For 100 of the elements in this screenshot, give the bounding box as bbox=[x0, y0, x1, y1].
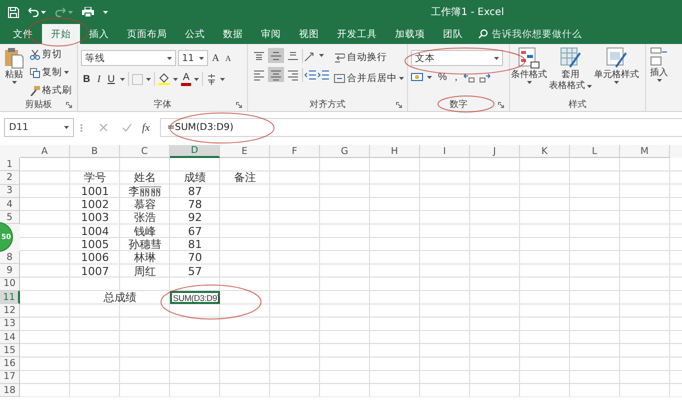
group-label: 字体 bbox=[154, 98, 172, 110]
column-header[interactable]: F bbox=[270, 145, 320, 158]
column-header[interactable]: M bbox=[620, 145, 670, 158]
dialog-launcher-icon[interactable] bbox=[236, 102, 242, 108]
column-header[interactable]: E bbox=[220, 145, 270, 158]
ribbon-tab[interactable]: 开发工具 bbox=[328, 24, 386, 44]
annotation-ellipse bbox=[438, 96, 494, 112]
sheet-cell-text: 周红 bbox=[133, 264, 157, 278]
column-header[interactable]: A bbox=[20, 145, 70, 158]
bold-button[interactable]: B bbox=[81, 74, 92, 84]
row-header[interactable]: 2 bbox=[0, 171, 20, 185]
ribbon-tab[interactable]: 加载项 bbox=[386, 24, 434, 44]
caret-icon bbox=[167, 56, 172, 60]
column-header[interactable]: K bbox=[520, 145, 570, 158]
column-header[interactable]: L bbox=[570, 145, 620, 158]
row-header[interactable]: 14 bbox=[0, 330, 20, 344]
ribbon-tab[interactable]: 数据 bbox=[214, 24, 252, 44]
conditional-format-button[interactable]: 条件格式 bbox=[510, 47, 548, 97]
sheet-cell-text: 李丽丽 bbox=[128, 184, 162, 198]
decrease-indent-icon[interactable] bbox=[304, 68, 316, 80]
save-icon[interactable] bbox=[8, 6, 19, 18]
printer-icon[interactable] bbox=[82, 7, 94, 17]
row-header[interactable]: 12 bbox=[0, 304, 20, 318]
paste-button[interactable]: 粘贴 bbox=[3, 47, 25, 98]
cut-button[interactable]: 剪切 bbox=[29, 47, 73, 62]
name-box[interactable]: D11 bbox=[4, 118, 74, 137]
row-header[interactable]: 10 bbox=[0, 278, 20, 291]
column-header[interactable]: C bbox=[120, 145, 170, 158]
cell-styles-button[interactable]: 单元格样式 bbox=[593, 47, 640, 97]
increase-decimal-icon[interactable] bbox=[463, 72, 476, 82]
font-color-button[interactable]: A bbox=[180, 72, 192, 86]
caret-icon bbox=[64, 71, 69, 74]
scissors-icon bbox=[30, 50, 40, 60]
phonetic-icon[interactable] bbox=[206, 74, 218, 84]
sheet-cell-text: 1003 bbox=[80, 211, 110, 224]
italic-button[interactable]: I bbox=[95, 74, 103, 84]
insert-cells-button[interactable]: 插入 bbox=[649, 47, 669, 111]
wrap-text-button[interactable]: 自动换行 bbox=[333, 50, 405, 65]
check-icon[interactable] bbox=[122, 123, 132, 132]
sheet-cell-text: 1002 bbox=[80, 198, 110, 212]
ribbon-tab[interactable]: 开始 bbox=[42, 24, 80, 44]
row-header[interactable]: 4 bbox=[0, 198, 20, 212]
insert-function-button[interactable]: fx bbox=[138, 122, 154, 134]
vertical-align-button[interactable] bbox=[268, 48, 284, 63]
ribbon-tab[interactable]: 团队 bbox=[434, 24, 472, 44]
dialog-launcher-icon[interactable] bbox=[498, 102, 504, 108]
row-header[interactable]: 3 bbox=[0, 184, 20, 198]
grow-font-button[interactable]: A bbox=[210, 52, 222, 64]
ribbon-tab[interactable]: 审阅 bbox=[252, 24, 290, 44]
row-header[interactable]: 11 bbox=[0, 290, 20, 304]
row-header[interactable]: 1 bbox=[0, 158, 20, 172]
underline-button[interactable]: U bbox=[106, 74, 117, 84]
brush-icon bbox=[30, 86, 40, 96]
row-header[interactable]: 8 bbox=[0, 251, 20, 264]
column-header[interactable]: G bbox=[320, 145, 370, 158]
caret-icon bbox=[64, 126, 69, 129]
sheet-cell-text: 81 bbox=[187, 238, 203, 252]
comma-button[interactable]: , bbox=[452, 72, 460, 83]
border-icon[interactable] bbox=[132, 74, 143, 84]
row-header[interactable]: 15 bbox=[0, 344, 20, 358]
insert-cells-icon bbox=[650, 47, 668, 67]
caret-icon bbox=[399, 77, 404, 80]
ribbon-tab[interactable]: 文件 bbox=[4, 24, 42, 44]
increase-indent-icon[interactable] bbox=[317, 68, 329, 80]
font-size-field[interactable]: 11 bbox=[178, 50, 208, 66]
column-header[interactable]: J bbox=[470, 145, 520, 158]
column-header[interactable]: D bbox=[170, 145, 220, 158]
column-header[interactable]: H bbox=[370, 145, 420, 158]
ribbon-tab[interactable]: 页面布局 bbox=[118, 24, 176, 44]
dialog-launcher-icon[interactable] bbox=[66, 102, 72, 108]
sheet-cell-text: 57 bbox=[187, 264, 203, 278]
merge-center-button[interactable]: 合并后居中 bbox=[333, 71, 405, 86]
sheet-cell-text: 70 bbox=[187, 251, 203, 264]
format-painter-button[interactable]: 格式刷 bbox=[29, 83, 73, 98]
row-header[interactable]: 13 bbox=[0, 318, 20, 331]
ribbon-tab[interactable]: 插入 bbox=[80, 24, 118, 44]
tell-me-field[interactable]: 告诉我你想要做什么 bbox=[492, 28, 602, 40]
format-as-table-button[interactable]: 套用 表格格式 bbox=[548, 47, 593, 97]
percent-button[interactable]: % bbox=[436, 72, 449, 83]
fill-color-icon[interactable] bbox=[158, 73, 170, 85]
undo-button[interactable] bbox=[28, 7, 46, 17]
ribbon-tab[interactable]: 公式 bbox=[176, 24, 214, 44]
row-header[interactable]: 18 bbox=[0, 384, 20, 398]
dialog-launcher-icon[interactable] bbox=[396, 102, 402, 108]
row-header[interactable]: 9 bbox=[0, 264, 20, 278]
row-header[interactable]: 16 bbox=[0, 357, 20, 371]
decrease-decimal-icon[interactable] bbox=[479, 72, 492, 82]
row-header[interactable]: 17 bbox=[0, 370, 20, 384]
column-header[interactable]: I bbox=[420, 145, 470, 158]
column-header[interactable]: B bbox=[70, 145, 120, 158]
ribbon-tab[interactable]: 视图 bbox=[290, 24, 328, 44]
number-format-field[interactable]: 文本 bbox=[411, 50, 503, 66]
currency-icon[interactable] bbox=[411, 72, 423, 82]
copy-button[interactable]: 复制 bbox=[29, 65, 73, 80]
horizontal-align-button[interactable] bbox=[268, 67, 284, 82]
caret-icon bbox=[427, 76, 432, 79]
shrink-font-button[interactable]: A bbox=[223, 54, 234, 62]
cell-styles-icon bbox=[606, 47, 628, 69]
caret-icon bbox=[194, 78, 200, 80]
font-name-field[interactable]: 等线 bbox=[81, 50, 176, 66]
